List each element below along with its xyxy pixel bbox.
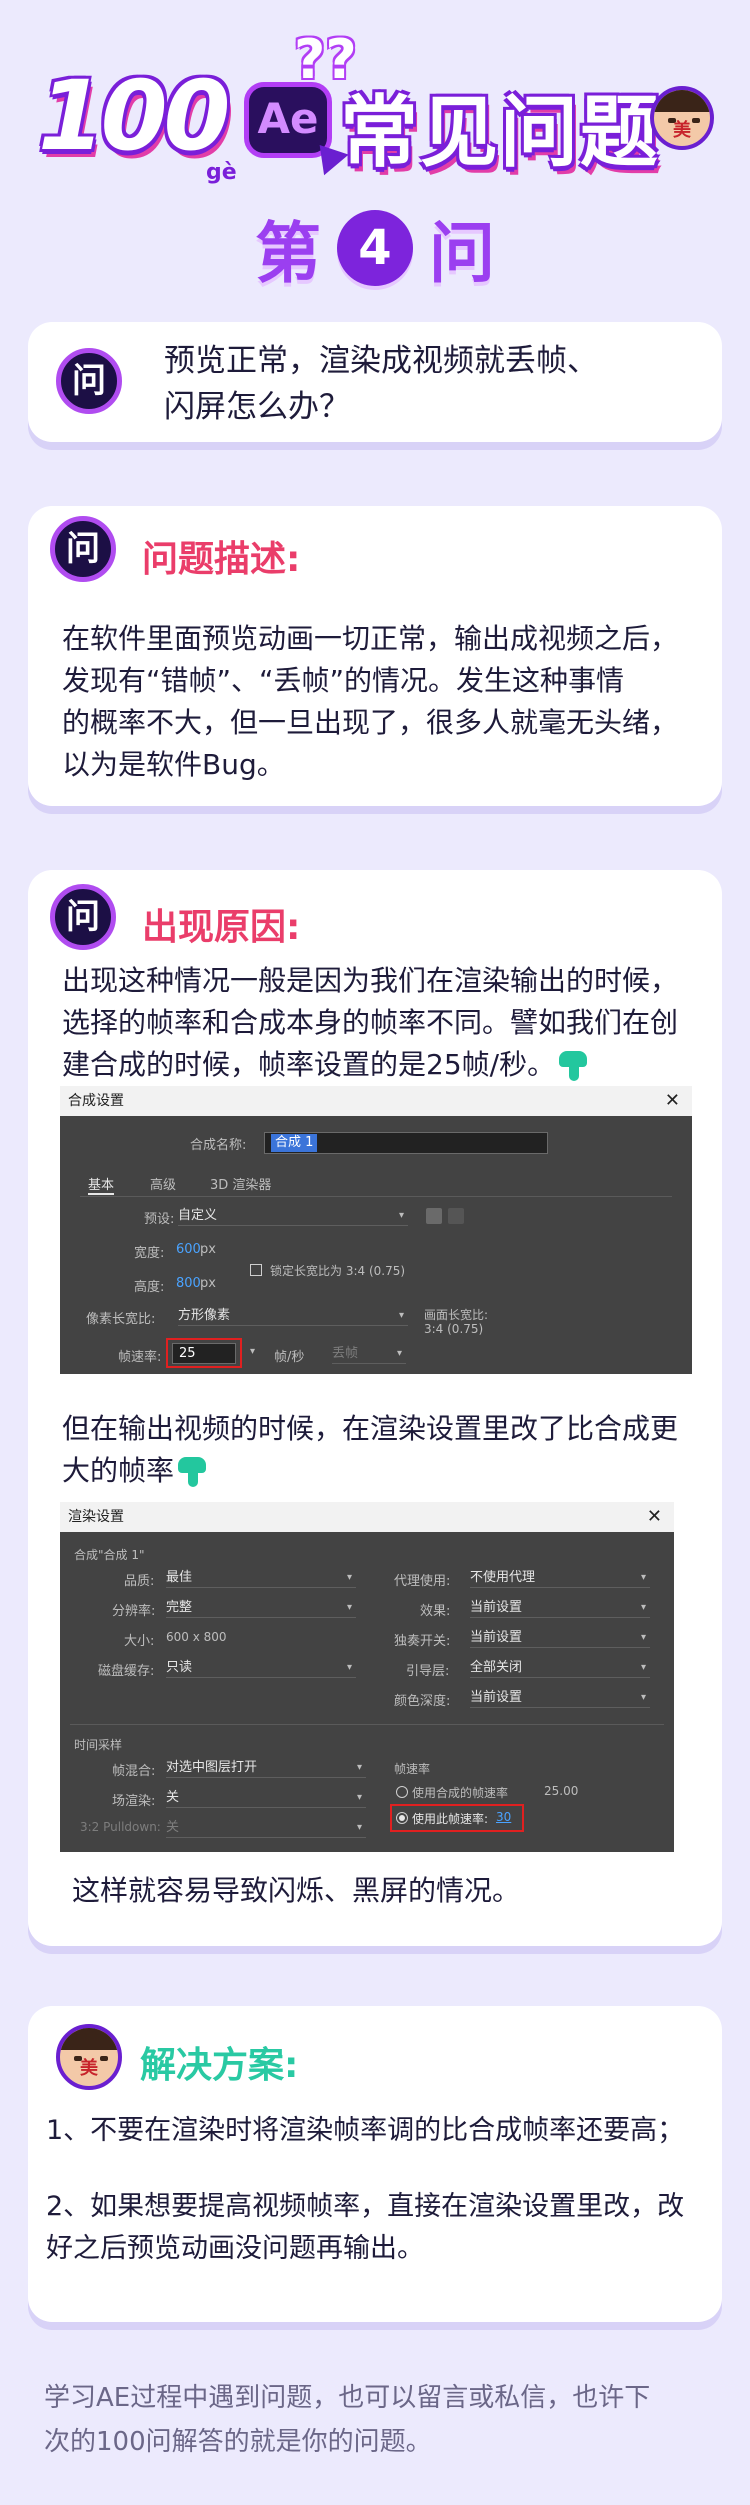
pulldown-dropdown[interactable]: 关 ▾ [166,1818,366,1838]
question-card: 问 预览正常，渲染成视频就丢帧、 闪屏怎么办？ [28,322,722,442]
use-custom-fps-label: 使用此帧速率: [412,1812,489,1826]
pixel-aspect-label: 像素长宽比: [86,1312,156,1327]
cause-badge: 问 [50,884,116,950]
width-label: 宽度: [134,1246,165,1261]
use-custom-fps-radio[interactable] [396,1812,408,1824]
width-value[interactable]: 600 [176,1242,201,1257]
frame-rate-unit: 帧/秒 [274,1350,305,1365]
pointing-hand-icon [559,1051,588,1081]
frame-rate-section: 帧速率 [394,1762,431,1776]
delete-preset-button[interactable] [448,1208,464,1224]
size-label: 大小: [124,1634,155,1649]
frame-rate-label: 帧速率: [118,1350,162,1365]
disk-cache-label: 磁盘缓存: [98,1664,155,1679]
description-text: 在软件里面预览动画一切正常，输出成视频之后， 发现有“错帧”、“丢帧”的情况。发… [62,622,679,781]
render-dialog-titlebar: 渲染设置 ✕ [60,1502,674,1532]
lock-aspect-label: 锁定长宽比为 3:4 (0.75) [270,1264,406,1278]
comp-dialog-titlebar: 合成设置 ✕ [60,1086,692,1116]
solution-card: 美 解决方案: 1、不要在渲染时将渲染帧率调的比合成帧率还要高； 2、如果想要提… [28,2006,722,2322]
quality-dropdown[interactable]: 最佳 ▾ [166,1568,356,1588]
cause-text-3: 这样就容易导致闪烁、黑屏的情况。 [72,1874,521,1907]
height-value[interactable]: 800 [176,1276,201,1291]
height-label: 高度: [134,1280,165,1295]
save-preset-button[interactable] [426,1208,442,1224]
description-badge: 问 [50,516,116,582]
frame-rate-caret-icon[interactable]: ▾ [250,1346,255,1357]
use-comp-fps-radio[interactable] [396,1786,408,1798]
solution-title: 解决方案: [140,2045,299,2086]
cause-text-1: 出现这种情况一般是因为我们在渲染输出的时候， 选择的帧率和合成本身的帧率不同。譬… [62,964,679,1081]
time-sampling-section: 时间采样 [74,1738,123,1752]
frame-rate-input[interactable]: 25 [172,1343,236,1364]
solution-step-1: 1、不要在渲染时将渲染帧率调的比合成帧率还要高； [46,2115,685,2146]
tab-basic[interactable]: 基本 [88,1174,115,1195]
header-ge: gè [206,160,237,185]
comp-fps-value: 25.00 [544,1784,579,1798]
render-comp-name: 合成"合成 1" [74,1548,145,1562]
frame-aspect-label: 画面长宽比: [424,1308,489,1322]
use-comp-fps-label: 使用合成的帧速率 [412,1786,509,1800]
cause-card: 问 出现原因: 出现这种情况一般是因为我们在渲染输出的时候， 选择的帧率和合成本… [28,870,722,1946]
avatar: 美 [650,86,714,150]
color-depth-dropdown[interactable]: 当前设置 ▾ [470,1688,650,1708]
proxy-dropdown[interactable]: 不使用代理 ▾ [470,1568,650,1588]
issue-number-badge: 4 [337,210,413,286]
resolution-dropdown[interactable]: 完整 ▾ [166,1598,356,1618]
field-render-dropdown[interactable]: 关 ▾ [166,1788,366,1808]
preset-label: 预设: [144,1212,175,1227]
effects-dropdown[interactable]: 当前设置 ▾ [470,1598,650,1618]
field-render-label: 场渲染: [112,1794,156,1809]
pointing-hand-icon [178,1457,207,1487]
custom-fps-value[interactable]: 30 [496,1810,511,1824]
disk-cache-dropdown[interactable]: 只读 ▾ [166,1658,356,1678]
comp-name-label: 合成名称: [190,1138,247,1153]
size-value: 600 x 800 [166,1630,227,1644]
cause-text-2: 但在输出视频的时候，在渲染设置里改了比合成更 大的帧率 [62,1412,679,1487]
close-icon[interactable]: ✕ [665,1086,680,1116]
frame-blend-label: 帧混合: [112,1764,156,1779]
guide-layers-dropdown[interactable]: 全部关闭 ▾ [470,1658,650,1678]
avatar: 美 [56,2024,122,2090]
frame-blend-dropdown[interactable]: 对选中图层打开 ▾ [166,1758,366,1778]
frame-aspect-value: 3:4 (0.75) [424,1322,484,1336]
close-icon[interactable]: ✕ [647,1502,662,1532]
tab-advanced[interactable]: 高级 [150,1174,176,1193]
guide-layers-label: 引导层: [406,1664,450,1679]
color-depth-label: 颜色深度: [394,1694,451,1709]
effects-label: 效果: [420,1604,451,1619]
cause-title: 出现原因: [142,907,301,948]
drop-frame-dropdown[interactable]: 丢帧 ▾ [332,1344,406,1364]
comp-settings-dialog: 合成设置 ✕ 合成名称: 合成 1 基本 高级 3D 渲染器 预设: 自定义 ▾ … [60,1086,692,1374]
pixel-aspect-dropdown[interactable]: 方形像素 ▾ [178,1306,408,1326]
solo-dropdown[interactable]: 当前设置 ▾ [470,1628,650,1648]
quality-label: 品质: [124,1574,155,1589]
footer-text: 学习AE过程中遇到问题，也可以留言或私信，也许下 次的100问解答的就是你的问题… [44,2383,651,2457]
render-settings-dialog: 渲染设置 ✕ 合成"合成 1" 品质: 最佳 ▾ 分辨率: 完整 ▾ 大小: 600… [60,1502,674,1852]
preset-dropdown[interactable]: 自定义 ▾ [178,1206,408,1226]
tab-3d-renderer[interactable]: 3D 渲染器 [210,1174,271,1193]
description-card: 问 问题描述: 在软件里面预览动画一切正常，输出成视频之后， 发现有“错帧”、“… [28,506,722,806]
issue-number: 第4问 [0,200,750,296]
proxy-label: 代理使用: [394,1574,451,1589]
header-100: 100 [38,60,230,172]
header-title: 常见问题 [340,88,661,178]
question-badge: 问 [56,348,122,414]
description-title: 问题描述: [142,539,301,580]
question-text: 预览正常，渲染成视频就丢帧、 闪屏怎么办？ [164,343,598,425]
solo-label: 独奏开关: [394,1634,451,1649]
solution-step-2: 2、如果想要提高视频帧率，直接在渲染设置里改，改 好之后预览动画没问题再输出。 [46,2191,685,2264]
pulldown-label: 3:2 Pulldown: [80,1820,161,1834]
comp-name-input[interactable]: 合成 1 [264,1132,548,1154]
lock-aspect-checkbox[interactable] [250,1264,262,1276]
resolution-label: 分辨率: [112,1604,156,1619]
